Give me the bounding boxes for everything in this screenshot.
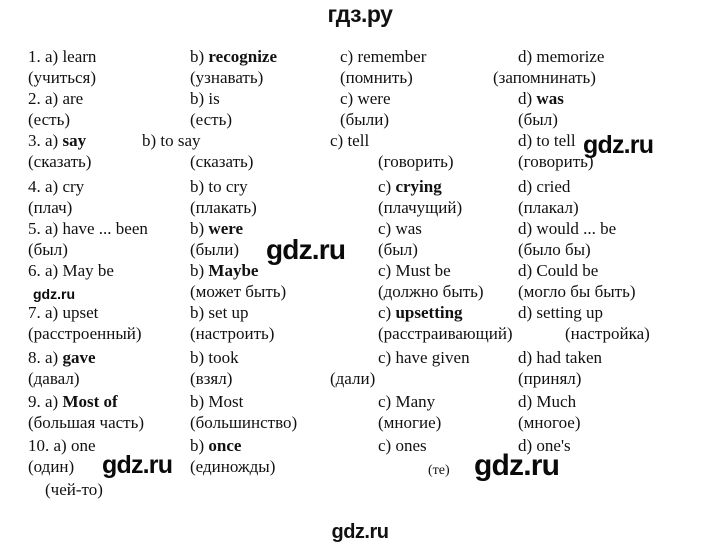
option-4c: c) crying (378, 177, 442, 196)
translation-2d: (был) (518, 110, 558, 129)
translation-4b: (плакать) (190, 198, 257, 217)
translation-10a: (один) (28, 457, 75, 476)
translation-5b: (были) (190, 240, 239, 259)
option-10b: b) once (190, 436, 242, 455)
translation-5c: (был) (378, 240, 418, 259)
translation-1a: (учиться) (28, 68, 97, 87)
option-9b: b) Most (190, 392, 244, 411)
option-7a: 7. a) upset (28, 303, 99, 322)
option-3a-text: 3. a) say (28, 131, 87, 150)
translation-3b: (сказать) (190, 152, 254, 171)
option-5d: d) would ... be (518, 219, 617, 238)
translation-10c: (те) (428, 463, 450, 478)
watermark-gdzru-3: gdz.ru (33, 286, 75, 302)
translation-2b: (есть) (190, 110, 233, 129)
option-5b: b) were (190, 219, 244, 238)
option-4d: d) cried (518, 177, 571, 196)
translation-9c: (многие) (378, 413, 442, 432)
option-6b: b) Maybe (190, 261, 259, 280)
translation-7c: (расстраивающий) (378, 324, 513, 343)
option-7b: b) set up (190, 303, 249, 322)
option-9a: 9. a) Most of (28, 392, 118, 411)
option-9d: d) Much (518, 392, 577, 411)
option-9c: c) Many (378, 392, 436, 411)
option-2d: d) was (518, 89, 564, 108)
option-6a: 6. a) May be (28, 261, 114, 280)
translation-2a: (есть) (28, 110, 71, 129)
translation-1c: (помнить) (340, 68, 413, 87)
option-7c: c) upsetting (378, 303, 463, 322)
translation-6d: (могло бы быть) (518, 282, 636, 301)
option-1c: c) remember (340, 47, 427, 66)
translation-9b: (большинство) (190, 413, 298, 432)
translation-7a: (расстроенный) (28, 324, 142, 343)
translation-3c: (говорить) (378, 152, 454, 171)
translation-9a: (большая часть) (28, 413, 145, 432)
translation-1b: (узнавать) (190, 68, 264, 87)
option-3b: b) to say (142, 131, 201, 150)
option-2a: 2. a) are (28, 89, 84, 108)
option-6c: c) Must be (378, 261, 451, 280)
translation-4a: (плач) (28, 198, 73, 217)
translation-4d: (плакал) (518, 198, 579, 217)
watermark-gdzru-4: gdz.ru (102, 451, 173, 479)
translation-2c: (были) (340, 110, 389, 129)
option-2c: c) were (340, 89, 391, 108)
option-8a: 8. a) gave (28, 348, 96, 367)
site-logo-footer: gdz.ru (331, 521, 390, 543)
translation-5a: (был) (28, 240, 68, 259)
option-8b: b) took (190, 348, 239, 367)
watermark-gdzru-5: gdz.ru (474, 449, 560, 482)
translation-7b: (настроить) (190, 324, 275, 343)
option-5a: 5. a) have ... been (28, 219, 148, 238)
translation-5d: (было бы) (518, 240, 591, 259)
translation-7d: (настройка) (565, 324, 650, 343)
translation-8d: (принял) (518, 369, 582, 388)
option-8c: c) have given (378, 348, 470, 367)
translation-3a: (сказать) (28, 152, 92, 171)
translation-4c: (плачущий) (378, 198, 463, 217)
option-8d: d) had taken (518, 348, 603, 367)
watermark-gdzru-1: gdz.ru (583, 131, 654, 159)
option-4b: b) to cry (190, 177, 248, 196)
translation-8c: (дали) (330, 369, 376, 388)
option-10a: 10. a) one (28, 436, 96, 455)
worksheet-page: гдз.ру 1. a) learn b) recognize c) remem… (0, 0, 720, 555)
option-1d: d) memorize (518, 47, 605, 66)
translation-10d: (чей-то) (45, 480, 103, 499)
translation-10b: (единожды) (190, 457, 276, 476)
translation-6b: (может быть) (190, 282, 287, 301)
option-1b: b) recognize (190, 47, 278, 66)
option-5c: c) was (378, 219, 422, 238)
site-logo-header: гдз.ру (327, 1, 393, 27)
translation-8a: (давал) (28, 369, 80, 388)
option-2b: b) is (190, 89, 220, 108)
option-3c: c) tell (330, 131, 370, 150)
option-4a: 4. a) cry (28, 177, 85, 196)
watermark-gdzru-2: gdz.ru (266, 234, 346, 265)
option-10c: c) ones (378, 436, 427, 455)
option-3a: 3. a) say (28, 132, 86, 149)
option-7d: d) setting up (518, 303, 603, 322)
option-1a: 1. a) learn (28, 47, 97, 66)
translation-6c: (должно быть) (378, 282, 484, 301)
option-3d: d) to tell (518, 131, 576, 150)
translation-9d: (многое) (518, 413, 581, 432)
translation-8b: (взял) (190, 369, 233, 388)
option-6d: d) Could be (518, 261, 599, 280)
translation-1d: (запомнинать) (493, 68, 596, 87)
